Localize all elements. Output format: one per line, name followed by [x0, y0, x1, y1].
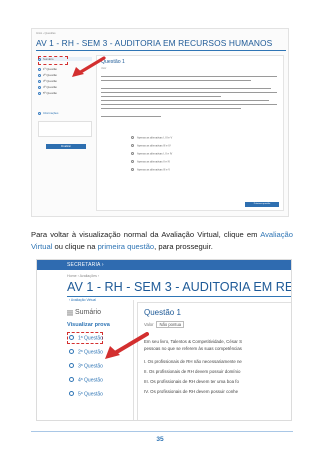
radio-icon[interactable]: [131, 136, 134, 139]
circle-icon: [38, 79, 41, 83]
text-line: [101, 100, 269, 102]
text-line: [101, 104, 277, 106]
circle-icon: [69, 391, 74, 396]
sidebar-item-question-5[interactable]: 5ª Questão: [38, 91, 57, 95]
circle-icon: [69, 349, 74, 354]
text-line: [101, 88, 271, 90]
breadcrumb[interactable]: Home › Avaliações ›: [67, 274, 99, 278]
question-text-line: III. Os profissionais de RH devem ter um…: [144, 379, 239, 384]
radio-icon[interactable]: [131, 168, 134, 171]
back-to-virtual-exam-link[interactable]: ‹ Avaliação Virtual: [69, 298, 96, 302]
breadcrumb[interactable]: Início › Questões: [36, 32, 56, 35]
sidebar-section-info: Informações: [38, 111, 58, 115]
question-text-line: I. Os profissionais de RH não necessaria…: [144, 359, 242, 364]
question-text-line: Em seu livro, Talentos & Competitividade…: [144, 339, 243, 344]
sidebar-item-question-2[interactable]: 2ª Questão: [69, 349, 103, 356]
sidebar-item-question-3[interactable]: 3ª Questão: [69, 363, 103, 370]
page-title: AV 1 - RH - SEM 3 - AUDITORIA EM RECURSO…: [67, 280, 292, 294]
question-text-line: II. Os profissionais de RH devem possuir…: [144, 369, 241, 374]
circle-icon: [38, 67, 41, 71]
question-meta: Valor Não pontua: [144, 321, 185, 328]
sidebar-item-question-5[interactable]: 5ª Questão: [69, 391, 103, 398]
sidebar-item-question-1[interactable]: 1ª Questão: [38, 67, 57, 71]
question-panel: Questão 1 Valor Não pontua Em seu livro, …: [137, 302, 291, 420]
choice-option[interactable]: Apenas as afirmativas II e IV: [131, 160, 170, 164]
question-sidebar: Sumário Visualizar prova 1ª Questão 2ª Q…: [67, 306, 131, 420]
screenshot-exam-preview: SECRETARIA › Home › Avaliações › AV 1 - …: [36, 259, 292, 421]
user-info-box: [38, 121, 92, 137]
sidebar-item-question-4[interactable]: 4ª Questão: [38, 85, 57, 89]
question-panel: Questão 1 Valor Apenas as afirmativas I,…: [96, 55, 284, 211]
choice-option[interactable]: Apenas as afirmativas I, II e IV: [131, 152, 172, 156]
sidebar-item-question-1[interactable]: 1ª Questão: [69, 335, 103, 342]
text-line: [101, 116, 161, 118]
column-divider: [133, 300, 134, 420]
page-number: 35: [156, 436, 164, 443]
radio-icon[interactable]: [131, 144, 134, 147]
link-primeira-questao[interactable]: primeira questão: [98, 242, 155, 251]
info-icon: [38, 111, 41, 115]
highlight-dashed-box: [38, 56, 68, 65]
circle-icon: [69, 335, 74, 340]
choice-option[interactable]: Apenas as afirmativas I, III e V: [131, 136, 172, 140]
red-arrow-icon: [72, 56, 106, 77]
footer-divider: [31, 431, 293, 432]
circle-icon: [69, 377, 74, 382]
radio-icon[interactable]: [131, 160, 134, 163]
sidebar-item-question-4[interactable]: 4ª Questão: [69, 377, 103, 384]
topbar-label[interactable]: SECRETARIA ›: [67, 262, 104, 268]
question-title: Questão 1: [144, 308, 181, 317]
circle-icon: [38, 73, 41, 77]
red-arrow-icon: [105, 332, 149, 359]
list-icon: [67, 310, 73, 316]
text-line: [101, 76, 277, 78]
title-divider: [67, 296, 291, 297]
circle-icon: [38, 85, 41, 89]
question-text-line: pessoas no que se referem às suas compet…: [144, 346, 242, 351]
score-tag: Não pontua: [156, 321, 185, 328]
next-question-button[interactable]: Próxima questão: [245, 202, 279, 207]
text-line: [101, 108, 241, 110]
text-line: [101, 96, 221, 98]
sidebar-item-question-3[interactable]: 3ª Questão: [38, 79, 57, 83]
title-divider: [36, 50, 286, 51]
sidebar-title: Sumário: [75, 309, 102, 316]
choice-option[interactable]: Apenas as afirmativas III e IV: [131, 144, 171, 148]
sidebar-item-question-2[interactable]: 2ª Questão: [38, 73, 57, 77]
text-line: [101, 92, 277, 94]
circle-icon: [69, 363, 74, 368]
circle-icon: [38, 91, 41, 95]
radio-icon[interactable]: [131, 152, 134, 155]
choice-option[interactable]: Apenas as afirmativas III e V: [131, 168, 170, 172]
screenshot-exam-summary: Início › Questões AV 1 - RH - SEM 3 - AU…: [31, 28, 289, 217]
page-title: AV 1 - RH - SEM 3 - AUDITORIA EM RECURSO…: [36, 38, 273, 48]
question-text-line: IV. Os profissionais de RH devem possuir…: [144, 389, 239, 394]
instruction-paragraph: Para voltar à visualização normal da Ava…: [31, 230, 293, 252]
text-line: [101, 80, 251, 82]
top-bar: SECRETARIA ›: [37, 260, 291, 270]
finish-button[interactable]: Finalizar: [46, 144, 86, 149]
preview-label: Visualizar prova: [67, 322, 110, 328]
